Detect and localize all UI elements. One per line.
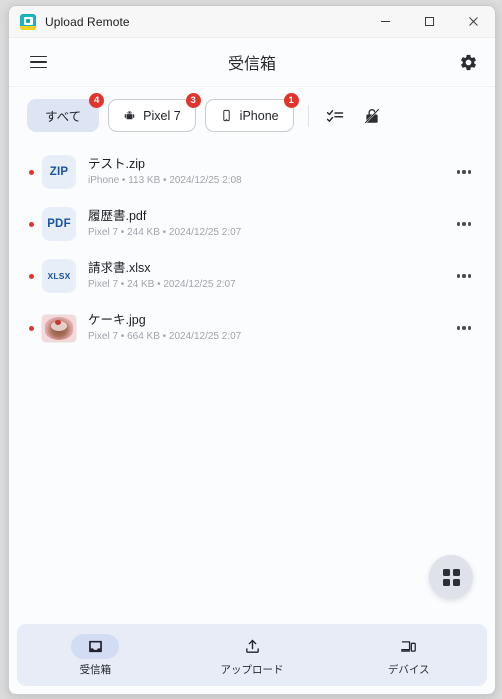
- more-options-icon[interactable]: [449, 313, 479, 343]
- upload-remote-app-icon: [20, 13, 36, 30]
- filter-chip-pixel7-label: Pixel 7: [143, 108, 181, 123]
- apps-grid-fab[interactable]: [429, 555, 473, 599]
- page-title: 受信箱: [227, 56, 276, 73]
- filter-chip-iphone-badge: 1: [283, 93, 299, 108]
- apps-grid-icon: [442, 568, 460, 586]
- table-row[interactable]: XLSX 請求書.xlsx Pixel 7 • 24 KB • 2024/12/…: [9, 250, 495, 302]
- bottom-navigation: 受信箱 アップロード デバイス: [17, 624, 487, 686]
- window-title: Upload Remote: [45, 14, 130, 29]
- toolbar-divider: [307, 104, 309, 127]
- app-header: 受信箱: [9, 38, 495, 87]
- nav-item-upload-label: アップロード: [220, 663, 284, 676]
- close-button[interactable]: [451, 6, 495, 37]
- file-info: ケーキ.jpg Pixel 7 • 664 KB • 2024/12/25 2:…: [88, 312, 449, 344]
- unread-indicator: [29, 169, 34, 175]
- unread-indicator: [29, 221, 34, 227]
- device-filter-bar: すべて 4 Pixel 7 3 iPhone 1: [9, 87, 495, 142]
- hamburger-menu-icon[interactable]: [23, 47, 53, 77]
- table-row[interactable]: ケーキ.jpg Pixel 7 • 664 KB • 2024/12/25 2:…: [9, 302, 495, 354]
- filter-chip-all[interactable]: すべて 4: [27, 93, 105, 132]
- title-bar: Upload Remote: [9, 6, 495, 38]
- image-thumbnail: [42, 314, 76, 342]
- file-info: 請求書.xlsx Pixel 7 • 24 KB • 2024/12/25 2:…: [88, 260, 449, 292]
- filter-chip-pixel7[interactable]: Pixel 7 3: [108, 93, 201, 132]
- file-meta-text: Pixel 7 • 24 KB • 2024/12/25 2:07: [88, 278, 236, 290]
- maximize-button[interactable]: [407, 6, 451, 37]
- file-list[interactable]: ZIP テスト.zip iPhone • 113 KB • 2024/12/25…: [9, 142, 495, 624]
- lock-off-icon[interactable]: [358, 102, 386, 130]
- android-icon: [123, 109, 136, 122]
- more-options-icon[interactable]: [449, 261, 479, 291]
- filter-chip-all-label: すべて: [45, 110, 82, 124]
- table-row[interactable]: PDF 履歴書.pdf Pixel 7 • 244 KB • 2024/12/2…: [9, 198, 495, 250]
- file-info: テスト.zip iPhone • 113 KB • 2024/12/25 2:0…: [88, 156, 449, 188]
- file-meta-text: Pixel 7 • 664 KB • 2024/12/25 2:07: [88, 330, 242, 342]
- window-controls: [363, 6, 495, 37]
- gear-icon[interactable]: [455, 49, 481, 75]
- file-meta-text: Pixel 7 • 244 KB • 2024/12/25 2:07: [88, 226, 242, 238]
- inbox-tray-icon: [71, 633, 120, 659]
- filter-chip-all-badge: 4: [89, 93, 105, 108]
- nav-item-upload[interactable]: アップロード: [174, 624, 331, 686]
- more-options-icon[interactable]: [449, 209, 479, 239]
- file-name: テスト.zip: [88, 156, 145, 171]
- file-name: 履歴書.pdf: [88, 208, 147, 223]
- app-window: Upload Remote 受信箱 すべて 4 Pixel 7 3 iPhone…: [8, 5, 496, 695]
- file-name: ケーキ.jpg: [88, 312, 146, 327]
- file-type-badge: PDF: [42, 207, 76, 241]
- upload-arrow-icon: [228, 634, 276, 659]
- nav-item-inbox-label: 受信箱: [79, 663, 112, 676]
- unread-indicator: [29, 325, 34, 331]
- more-options-icon[interactable]: [449, 157, 479, 187]
- select-multiple-icon[interactable]: [321, 102, 349, 130]
- filter-chip-pixel7-badge: 3: [185, 93, 201, 108]
- file-meta-text: iPhone • 113 KB • 2024/12/25 2:08: [88, 174, 242, 186]
- nav-item-inbox[interactable]: 受信箱: [17, 624, 174, 686]
- filter-chip-iphone-label: iPhone: [239, 108, 279, 123]
- smartphone-icon: [220, 109, 233, 122]
- table-row[interactable]: ZIP テスト.zip iPhone • 113 KB • 2024/12/25…: [9, 146, 495, 198]
- nav-item-devices-label: デバイス: [387, 663, 430, 676]
- file-name: 請求書.xlsx: [88, 260, 151, 275]
- file-type-badge: XLSX: [42, 259, 76, 293]
- unread-indicator: [29, 273, 34, 279]
- nav-item-devices[interactable]: デバイス: [330, 624, 487, 686]
- file-type-badge: ZIP: [42, 155, 76, 189]
- devices-icon: [385, 634, 433, 659]
- minimize-button[interactable]: [363, 6, 407, 37]
- filter-chip-iphone[interactable]: iPhone 1: [204, 93, 299, 132]
- file-info: 履歴書.pdf Pixel 7 • 244 KB • 2024/12/25 2:…: [88, 208, 449, 240]
